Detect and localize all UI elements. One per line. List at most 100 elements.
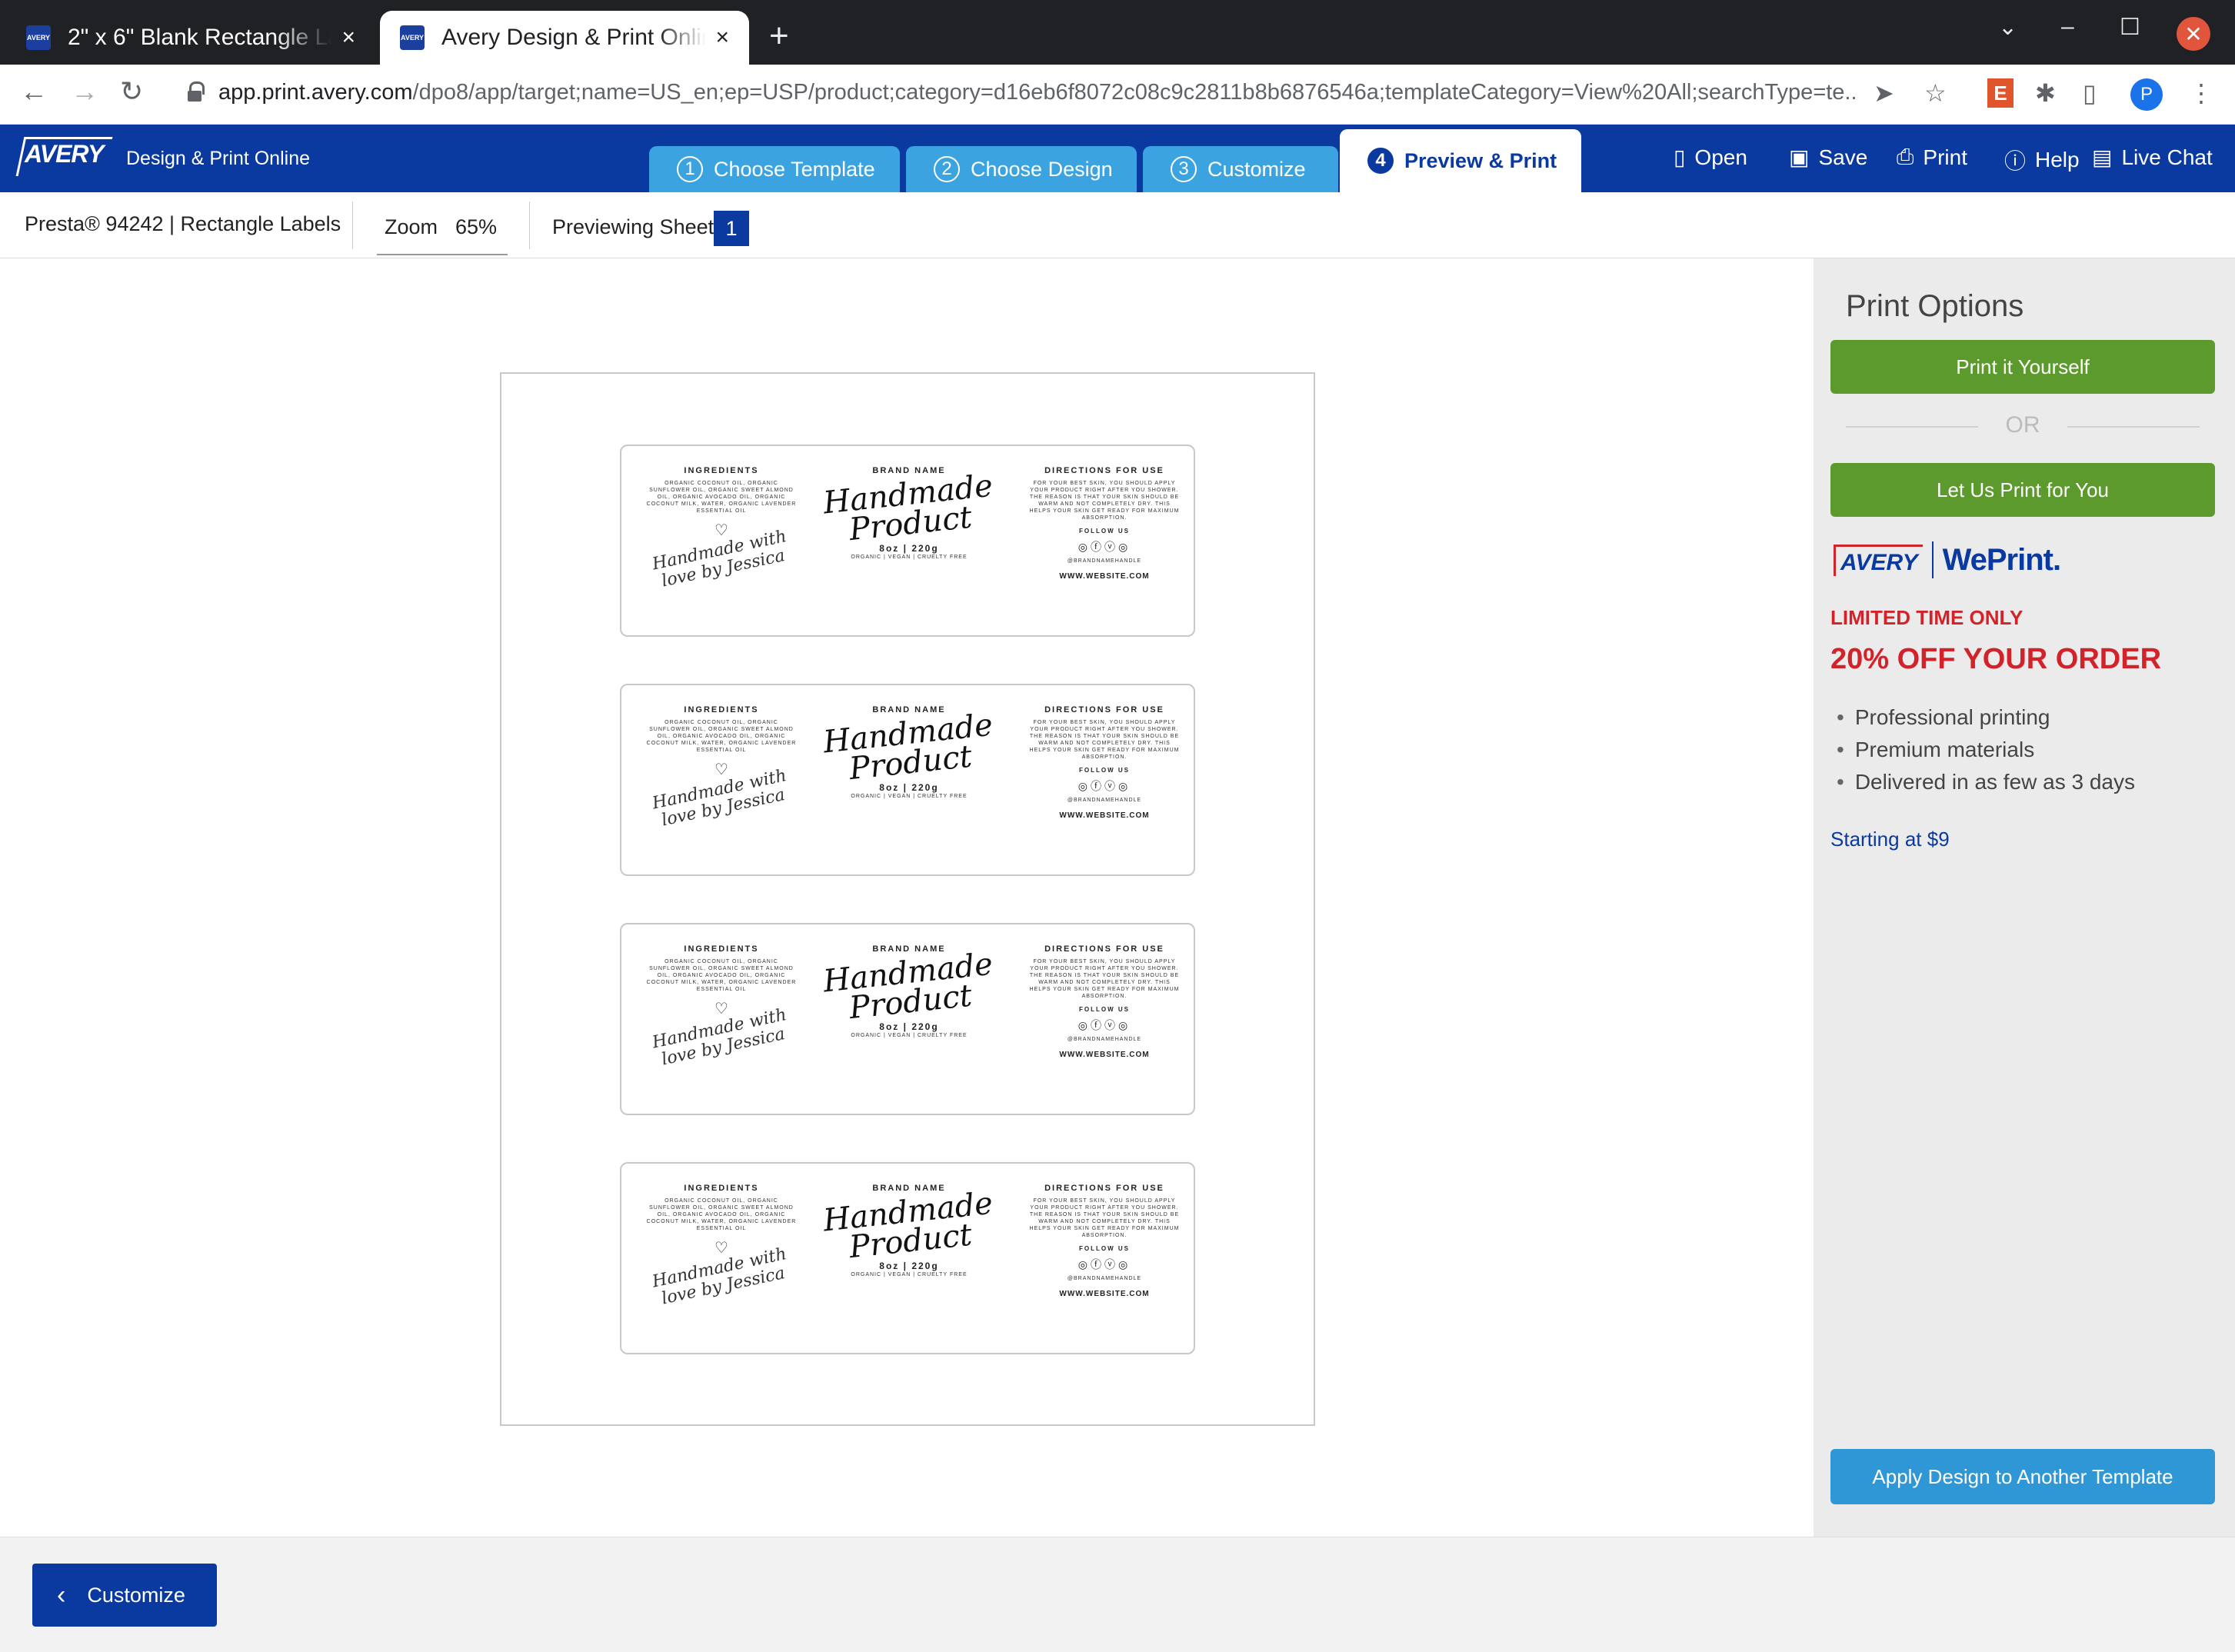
ingredients-title: INGREDIENTS [684,705,759,714]
follow-us: FOLLOW US [1079,767,1130,774]
starting-price-link[interactable]: Starting at $9 [1830,828,1950,851]
brand-column: BRAND NAME Handmade Product 8oz | 220g O… [821,705,994,800]
profile-avatar[interactable]: P [2130,78,2163,111]
bookmark-star-icon[interactable]: ☆ [1924,78,1947,108]
follow-us: FOLLOW US [1079,528,1130,535]
step-number: 3 [1171,156,1197,182]
ingredients-text: ORGANIC COCONUT OIL, ORGANIC SUNFLOWER O… [646,1198,797,1231]
website-url: WWW.WEBSITE.COM [1059,1051,1150,1059]
ingredients-text: ORGANIC COCONUT OIL, ORGANIC SUNFLOWER O… [646,720,797,753]
help-icon: ⓘ [2004,149,2027,173]
step-customize[interactable]: 3 Customize [1143,146,1338,192]
browser-tab-1[interactable]: 2" x 6" Blank Rectangle La × [6,11,375,65]
divider [529,202,530,249]
step-choose-design[interactable]: 2 Choose Design [906,146,1137,192]
send-icon[interactable]: ➤ [1874,78,1894,108]
browser-tab-2[interactable]: Avery Design & Print Onlin × [380,11,749,65]
extensions-puzzle-icon[interactable]: ✱ [2035,78,2056,108]
panel-title: Print Options [1846,289,2024,323]
tab-title: 2" x 6" Blank Rectangle La [68,25,333,50]
product-script: Handmade Product [821,1185,994,1266]
live-chat-label: Live Chat [2121,145,2213,169]
website-url: WWW.WEBSITE.COM [1059,572,1150,581]
or-divider: OR [1846,412,2200,438]
new-tab-button[interactable]: + [769,17,789,55]
social-icons: ◎ⓕⓥ◎ [1078,541,1131,553]
preview-canvas: INGREDIENTS ORGANIC COCONUT OIL, ORGANIC… [0,258,1814,1537]
website-url: WWW.WEBSITE.COM [1059,1290,1150,1298]
social-icons: ◎ⓕⓥ◎ [1078,780,1131,792]
lock-icon[interactable] [188,82,205,103]
label-preview: INGREDIENTS ORGANIC COCONUT OIL, ORGANIC… [620,445,1195,637]
app-name: Design & Print Online [126,148,311,169]
tab-close-icon[interactable]: × [715,25,729,51]
print-button[interactable]: ⎙ Print [1897,145,1967,170]
directions-column: DIRECTIONS FOR USE FOR YOUR BEST SKIN, Y… [1028,466,1181,581]
label-preview: INGREDIENTS ORGANIC COCONUT OIL, ORGANIC… [620,1162,1195,1354]
let-us-print-button[interactable]: Let Us Print for You [1830,463,2215,517]
tab-close-icon[interactable]: × [341,25,355,51]
save-button[interactable]: ▣ Save [1789,145,1867,170]
product-script: Handmade Product [821,468,994,548]
website-url: WWW.WEBSITE.COM [1059,811,1150,820]
print-it-yourself-button[interactable]: Print it Yourself [1830,340,2215,394]
zoom-label: Zoom [385,215,438,238]
ingredients-title: INGREDIENTS [684,466,759,475]
directions-title: DIRECTIONS FOR USE [1044,466,1164,475]
forward-icon[interactable]: → [71,75,98,108]
step-preview-print[interactable]: 4 Preview & Print [1340,129,1581,192]
help-label: Help [2035,148,2080,172]
back-icon[interactable]: ← [20,75,48,108]
chat-icon: ▤ [2092,145,2113,169]
window-close-icon[interactable]: ✕ [2177,17,2210,51]
directions-text: FOR YOUR BEST SKIN, YOU SHOULD APPLY YOU… [1029,481,1180,521]
list-item: Professional printing [1837,701,2135,734]
product-info-bar: Presta® 94242 | Rectangle Labels Zoom 65… [0,192,2235,258]
directions-text: FOR YOUR BEST SKIN, YOU SHOULD APPLY YOU… [1029,1198,1180,1238]
tab-search-chevron-icon[interactable]: ⌄ [1998,14,2017,41]
brand-column: BRAND NAME Handmade Product 8oz | 220g O… [821,466,994,561]
minimize-icon[interactable]: – [2061,14,2074,40]
print-icon: ⎙ [1897,145,1914,168]
sheet-number-button[interactable]: 1 [714,211,749,246]
reload-icon[interactable]: ↻ [120,75,143,108]
open-button[interactable]: ▯ Open [1674,145,1747,170]
print-options-panel: Print Options Print it Yourself OR Let U… [1814,258,2235,1537]
avery-logo[interactable]: AVERY [25,140,104,168]
save-icon: ▣ [1789,145,1810,169]
step-choose-template[interactable]: 1 Choose Template [649,146,900,192]
social-icons: ◎ⓕⓥ◎ [1078,1258,1131,1271]
tab-title: Avery Design & Print Onlin [441,25,707,50]
url-field[interactable]: app.print.avery.com/dpo8/app/target;name… [218,80,1857,105]
social-handle: @BRANDNAMEHANDLE [1067,798,1142,803]
brand-column: BRAND NAME Handmade Product 8oz | 220g O… [821,944,994,1039]
product-script: Handmade Product [821,946,994,1027]
divider [352,202,353,249]
maximize-icon[interactable]: ☐ [2120,14,2140,41]
follow-us: FOLLOW US [1079,1006,1130,1013]
directions-column: DIRECTIONS FOR USE FOR YOUR BEST SKIN, Y… [1028,1184,1181,1298]
step-label: Choose Template [714,157,875,181]
side-panel-icon[interactable]: ▯ [2083,78,2097,108]
zoom-select[interactable]: 65% [455,215,497,239]
social-handle: @BRANDNAMEHANDLE [1067,1276,1142,1281]
live-chat-button[interactable]: ▤ Live Chat [2092,145,2213,170]
ingredients-column: INGREDIENTS ORGANIC COCONUT OIL, ORGANIC… [645,466,798,591]
follow-us: FOLLOW US [1079,1245,1130,1252]
back-to-customize-button[interactable]: ‹ Customize [32,1564,217,1627]
zoom-underline [377,254,508,255]
step-label: Preview & Print [1404,148,1557,172]
social-handle: @BRANDNAMEHANDLE [1067,1037,1142,1042]
help-button[interactable]: ⓘ Help [2004,145,2080,175]
url-path: /dpo8/app/target;name=US_en;ep=USP/produ… [412,80,1857,105]
directions-text: FOR YOUR BEST SKIN, YOU SHOULD APPLY YOU… [1029,959,1180,999]
etsy-extension-icon[interactable]: E [1987,78,2013,108]
ingredients-text: ORGANIC COCONUT OIL, ORGANIC SUNFLOWER O… [646,959,797,992]
product-name: Presta® 94242 | Rectangle Labels [25,212,341,235]
step-label: Customize [1207,157,1306,181]
directions-title: DIRECTIONS FOR USE [1044,944,1164,954]
browser-menu-icon[interactable]: ⋮ [2189,78,2213,108]
apply-design-button[interactable]: Apply Design to Another Template [1830,1449,2215,1504]
directions-text: FOR YOUR BEST SKIN, YOU SHOULD APPLY YOU… [1029,720,1180,760]
step-number: 2 [934,156,960,182]
